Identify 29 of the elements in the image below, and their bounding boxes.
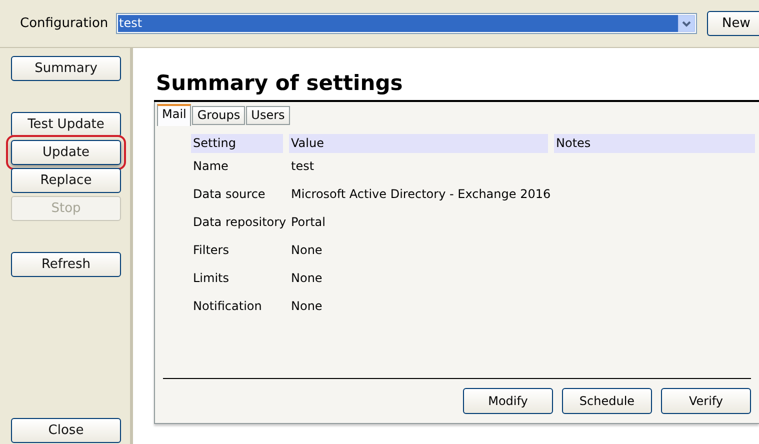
close-button[interactable]: Close [11, 418, 121, 443]
table-cell-text: test [290, 158, 314, 174]
sidebar-button[interactable]: Replace [11, 168, 121, 193]
table-cell-text: None [290, 270, 322, 286]
table-cell-text: None [290, 242, 322, 258]
configuration-label: Configuration [20, 14, 106, 33]
action-button[interactable]: Schedule [562, 388, 652, 414]
table-cell-text: None [290, 298, 322, 314]
summary-heading: Summary of settings [156, 70, 404, 97]
action-button[interactable]: Verify [661, 388, 751, 414]
column-header: Value [289, 134, 548, 153]
sidebar-button[interactable]: Refresh [11, 252, 121, 277]
tab[interactable]: Mail [157, 104, 192, 126]
column-header: Setting [191, 134, 283, 153]
table-cell-text: Filters [192, 242, 230, 258]
action-button[interactable]: Modify [463, 388, 553, 414]
tab[interactable]: Users [246, 106, 290, 125]
new-button[interactable]: New [707, 11, 759, 36]
table-cell-text: Name [192, 158, 230, 174]
sidebar-button[interactable]: Test Update [11, 112, 121, 137]
tab[interactable]: Groups [192, 106, 246, 125]
table-cell-text: Limits [192, 270, 230, 286]
table-cell-text: Notification [192, 298, 263, 314]
configuration-dropdown[interactable]: test [116, 13, 697, 34]
table-cell-text: Microsoft Active Directory - Exchange 2016 [290, 186, 551, 202]
table-cell-text: Data source [192, 186, 266, 202]
column-header: Notes [554, 134, 755, 153]
sidebar-button[interactable]: Summary [11, 56, 121, 81]
table-cell-text: Portal [290, 214, 326, 230]
